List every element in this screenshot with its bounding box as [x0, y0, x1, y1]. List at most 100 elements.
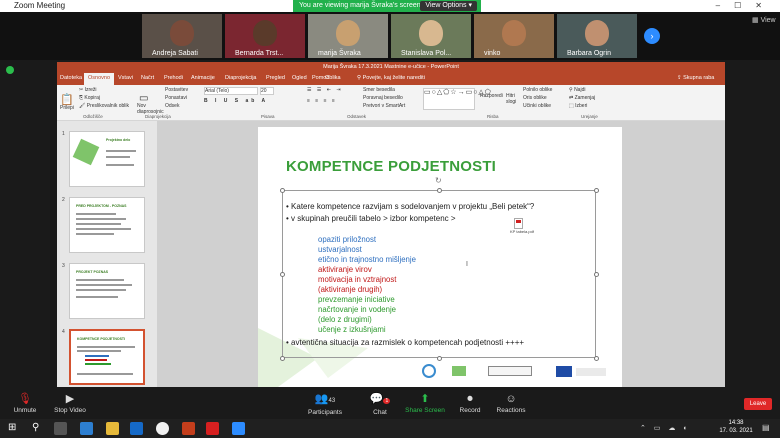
chat-icon: 💬 1 [369, 393, 391, 405]
reset-button[interactable]: Ponastavi [165, 95, 187, 101]
share-button[interactable]: ⇪ Skupna raba [677, 75, 714, 81]
ppt-title: Marija Švraka 17.3.2021 Mastnine e-učice… [323, 64, 459, 70]
video-tile[interactable]: marija Švraka [308, 14, 388, 58]
zoom-icon[interactable] [232, 422, 245, 435]
unmute-button[interactable]: 🎙 Unmute [0, 391, 50, 414]
video-tile[interactable]: vinko [474, 14, 554, 58]
file-explorer-icon[interactable] [106, 422, 119, 435]
slide-thumbnail-selected[interactable]: KOMPETNCE PODJETNOSTI [69, 329, 145, 385]
notifications-icon[interactable]: ▤ [762, 423, 770, 432]
reactions-button[interactable]: ☺ Reactions [486, 391, 536, 414]
tab-animations[interactable]: Animacije [191, 75, 215, 81]
participant-head [170, 20, 194, 46]
layout-button[interactable]: Postavitev [165, 87, 188, 93]
resize-handle[interactable] [280, 272, 285, 277]
rotate-handle-icon[interactable]: ↻ [435, 176, 442, 185]
cut-label: Izreži [84, 87, 97, 93]
select-button[interactable]: ⬚ Izberi [569, 103, 587, 109]
slide-thumbnails-pane: 1 Projektno delo 2 PRED PROJEKTOM - POZN… [57, 121, 157, 387]
search-icon[interactable]: ⚲ [32, 422, 39, 433]
group-editing: Urejanje [581, 114, 598, 119]
participants-button[interactable]: 👥43 Participants [300, 391, 350, 416]
chrome-icon[interactable] [156, 422, 169, 435]
tab-review[interactable]: Pregled [266, 75, 285, 81]
resize-handle[interactable] [437, 188, 442, 193]
resize-handle[interactable] [594, 272, 599, 277]
video-tile[interactable]: Barbara Ogrin [557, 14, 637, 58]
shape-fill-button[interactable]: Polnilo oblike [523, 87, 552, 93]
thumb-line [77, 373, 133, 375]
resize-handle[interactable] [280, 188, 285, 193]
stop-video-button[interactable]: ▶ Stop Video [45, 391, 95, 414]
thumb-line [106, 156, 130, 158]
thumb-line [85, 355, 109, 357]
resize-handle[interactable] [594, 188, 599, 193]
paste-button[interactable]: Prilepi [60, 105, 74, 111]
shapes-gallery[interactable]: ▭○△⬠☆→▭○△⬠ [423, 88, 491, 110]
font-name-select[interactable]: Arial (Telo) [204, 87, 258, 95]
tab-shape-format[interactable]: Oblika [325, 75, 341, 81]
video-tile[interactable]: Andreja Sabati [142, 14, 222, 58]
outlook-icon[interactable] [130, 422, 143, 435]
reactions-label: Reactions [496, 407, 526, 414]
font-format-buttons[interactable]: B I U S ab A [204, 98, 268, 104]
acrobat-icon[interactable] [206, 422, 219, 435]
replace-button[interactable]: ⇄ Zamenjaj [569, 95, 595, 101]
shape-effects-button[interactable]: Učinki oblike [523, 103, 551, 109]
align-buttons[interactable]: ≡ ≡ ≡ ≡ [307, 98, 337, 104]
tab-transitions[interactable]: Prehodi [164, 75, 183, 81]
encryption-shield-icon[interactable] [6, 66, 14, 74]
share-screen-label: Share Screen [405, 407, 445, 414]
clock-time[interactable]: 14:38 [716, 420, 756, 426]
pdf-file-icon[interactable] [514, 218, 523, 229]
task-view-icon[interactable] [54, 422, 67, 435]
smartart-button[interactable]: Pretvori v SmartArt [363, 103, 405, 109]
share-screen-button[interactable]: ⬆ Share Screen [400, 391, 450, 414]
resize-handle[interactable] [280, 356, 285, 361]
resize-handle[interactable] [437, 356, 442, 361]
tab-insert[interactable]: Vstavi [118, 75, 133, 81]
clock-date[interactable]: 17. 03. 2021 [716, 428, 756, 434]
microphone-muted-icon: 🎙 [18, 393, 32, 405]
slide-thumbnail[interactable]: Projektno delo [69, 131, 145, 187]
quick-styles-button[interactable]: Hitri slogi [506, 93, 520, 105]
tab-file[interactable]: Datoteka [60, 75, 82, 81]
bullet-text: avtentična situacija za razmislek o komp… [291, 338, 525, 347]
cut-button[interactable]: ✂ Izreži [79, 87, 97, 93]
arrange-button[interactable]: Razporedi [480, 93, 503, 99]
tab-slideshow[interactable]: Diaprojekcija [225, 75, 257, 81]
copy-button[interactable]: ⎘ Kopiraj [79, 95, 100, 101]
video-tile[interactable]: Stanislava Pol... [391, 14, 471, 58]
leave-button[interactable]: Leave [744, 398, 772, 410]
slide-thumbnail[interactable]: PROJEKT POZNAS [69, 263, 145, 319]
group-slides: Diaprojekcija [145, 114, 171, 119]
view-button[interactable]: ▦ View [752, 16, 776, 24]
tab-home[interactable]: Osnovno [84, 73, 115, 85]
list-buttons[interactable]: ☰ ☰ ⇤ ⇥ [307, 87, 343, 93]
next-page-button[interactable]: › [644, 28, 660, 44]
partner-logo [488, 366, 532, 376]
format-painter-button[interactable]: 🖌 Preslikovalnik oblik [79, 103, 129, 109]
edge-icon[interactable] [80, 422, 93, 435]
tab-design[interactable]: Načrt [141, 75, 154, 81]
text-direction-button[interactable]: Smer besedila [363, 87, 395, 93]
resize-handle[interactable] [594, 356, 599, 361]
view-options-button[interactable]: View Options ▾ [420, 1, 477, 11]
slide-thumbnail[interactable]: PRED PROJEKTOM - POZNAS [69, 197, 145, 253]
tell-me-box[interactable]: ⚲ Povejte, kaj želite narediti [357, 75, 425, 81]
banner-text: You are viewing marija Švraka's screen [299, 2, 421, 9]
screen-share-banner: You are viewing marija Švraka's screen V… [293, 0, 481, 12]
powerpoint-icon[interactable] [182, 422, 195, 435]
chat-button[interactable]: 💬 1 Chat [355, 391, 405, 416]
system-tray-icons[interactable]: ⌃ ▭ ☁ ◐ [640, 424, 691, 432]
shape-outline-button[interactable]: Oris oblike [523, 95, 547, 101]
section-button[interactable]: Odsek [165, 103, 179, 109]
pdf-badge-shape [516, 220, 521, 223]
font-size-select[interactable]: 20 [260, 87, 274, 95]
windows-start-icon[interactable]: ⊞ [8, 422, 16, 433]
find-button[interactable]: ⚲ Najdi [569, 87, 585, 93]
window-controls[interactable]: –☐✕ [716, 0, 776, 12]
tab-view[interactable]: Ogled [292, 75, 307, 81]
align-text-button[interactable]: Poravnaj besedilo [363, 95, 403, 101]
video-tile[interactable]: Bernarda Trst... [225, 14, 305, 58]
